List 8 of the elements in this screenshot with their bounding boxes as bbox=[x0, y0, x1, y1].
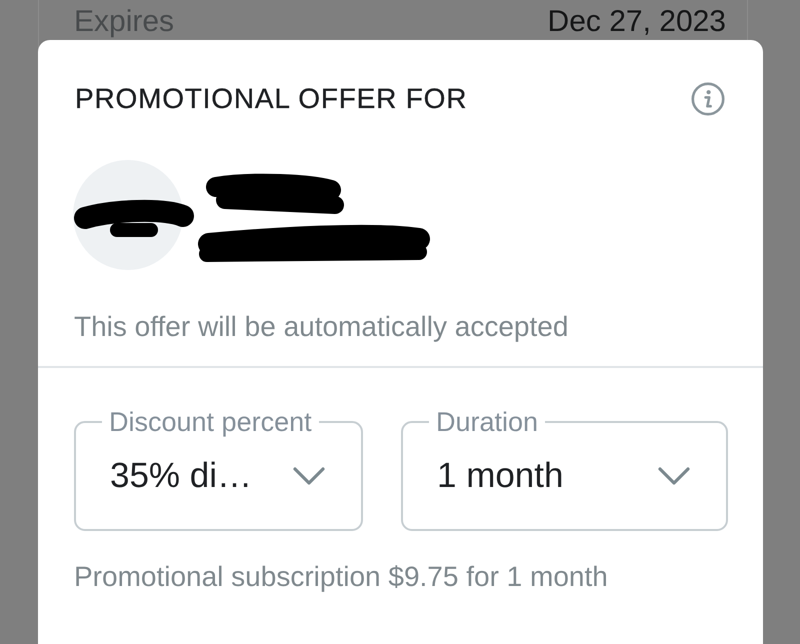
notice-text: This offer will be automatically accepted bbox=[74, 311, 568, 343]
chevron-down-icon bbox=[658, 466, 690, 484]
expires-date: Dec 27, 2023 bbox=[548, 5, 726, 38]
summary-text: Promotional subscription $9.75 for 1 month bbox=[74, 561, 608, 593]
chevron-down-icon bbox=[293, 466, 325, 484]
expires-label: Expires bbox=[74, 5, 174, 38]
dialog-title: PROMOTIONAL OFFER FOR bbox=[75, 83, 468, 115]
info-icon[interactable] bbox=[691, 82, 725, 116]
